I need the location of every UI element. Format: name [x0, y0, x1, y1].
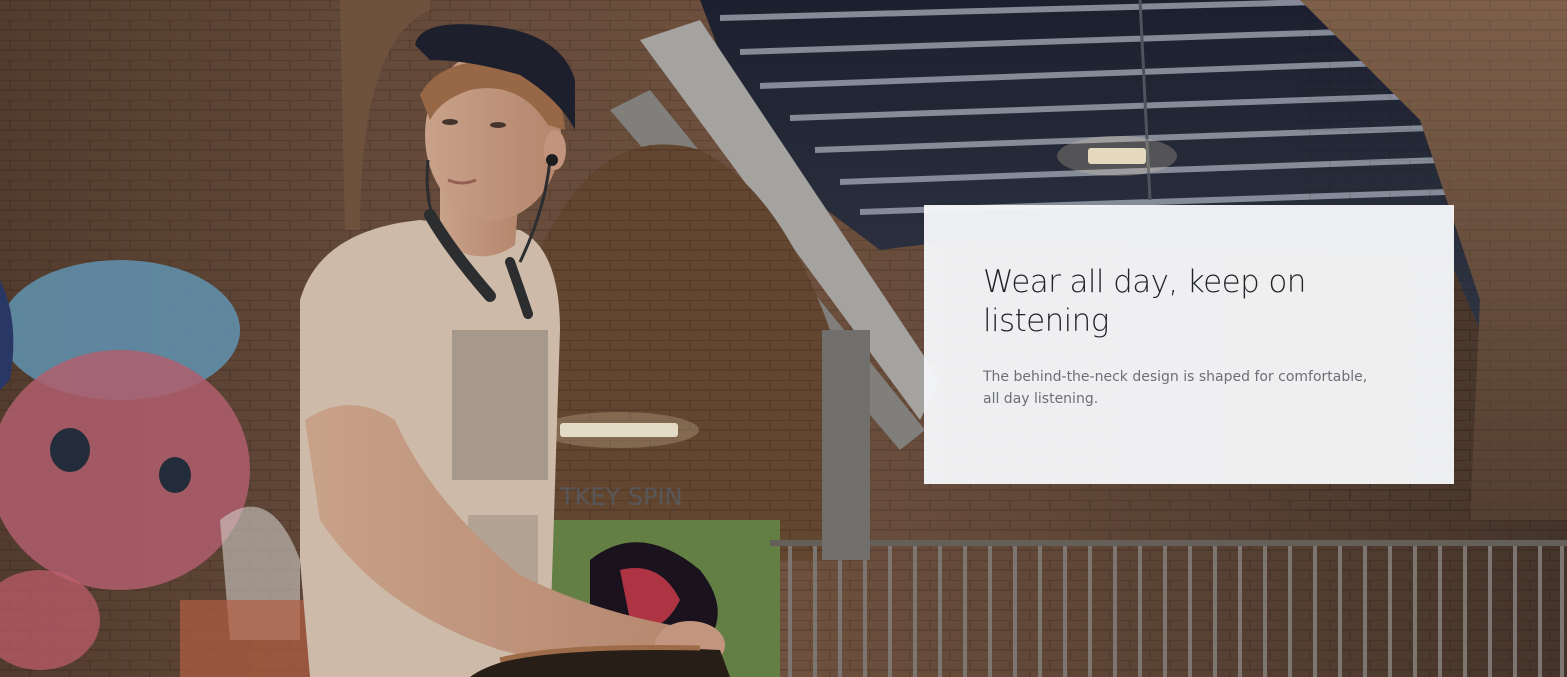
feature-info-card: Wear all day, keep on listening The behi… [924, 205, 1454, 484]
hero-section: TKEY SPIN [0, 0, 1567, 677]
feature-description: The behind-the-neck design is shaped for… [983, 369, 1368, 407]
feature-title: Wear all day, keep on listening [983, 264, 1306, 339]
